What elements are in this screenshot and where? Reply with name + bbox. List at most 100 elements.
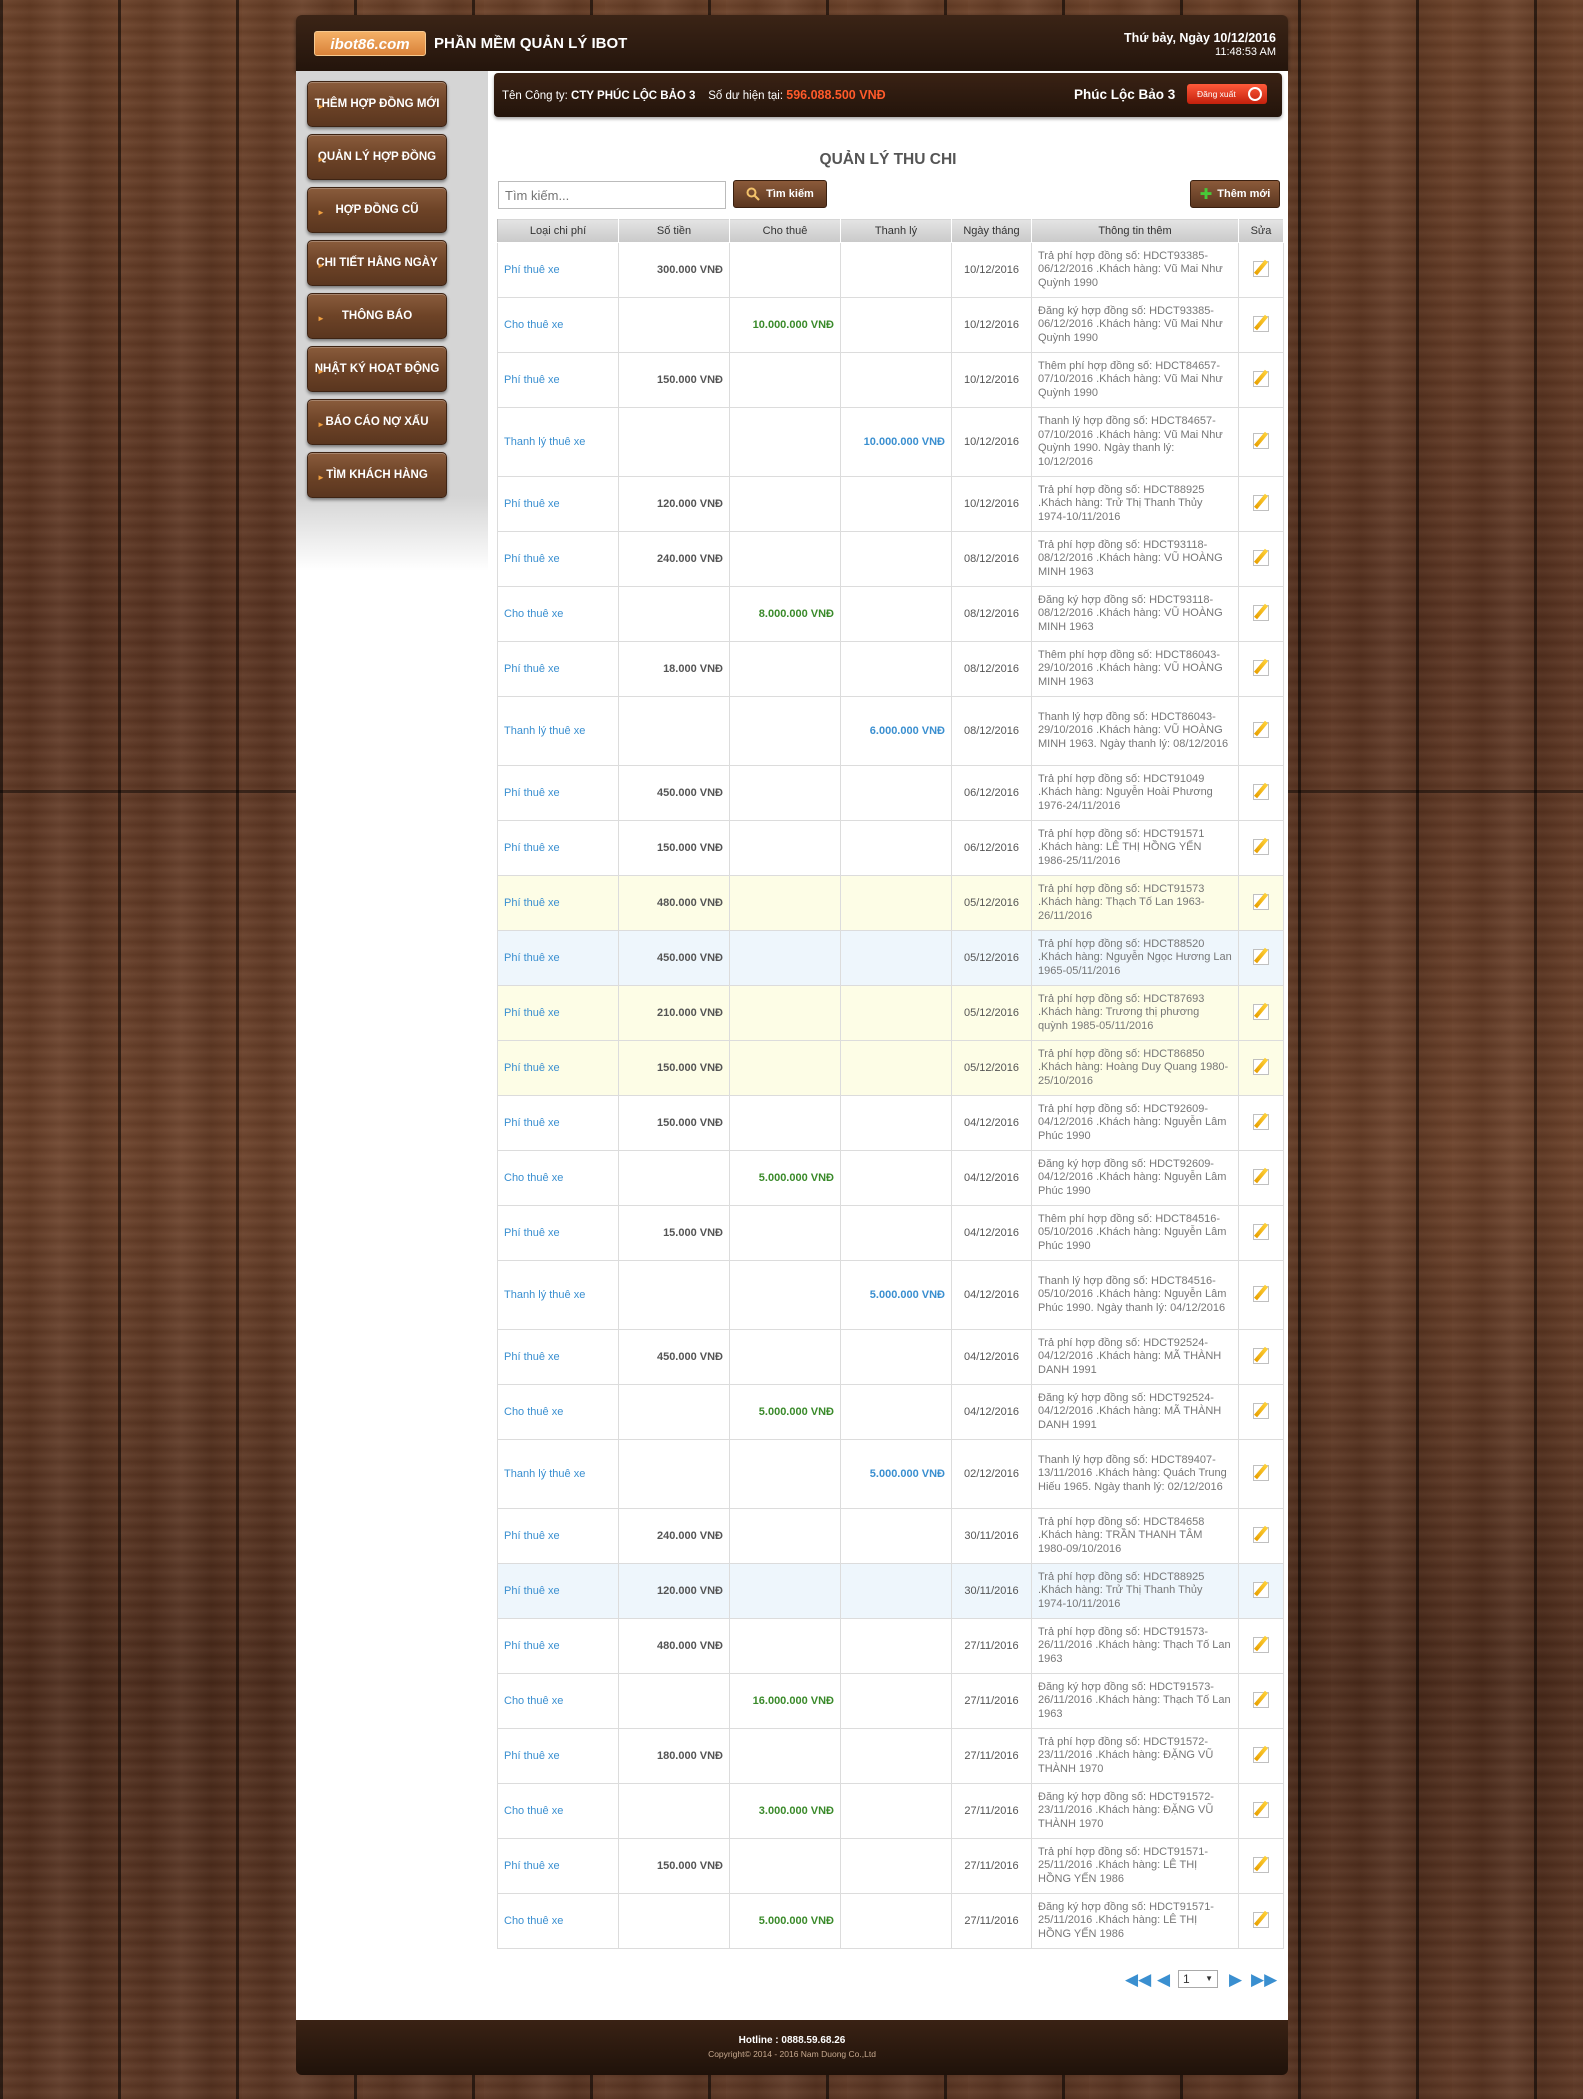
cell-expense-type[interactable]: Thanh lý thuê xe [497, 1260, 619, 1330]
table-row[interactable]: Phí thuê xe 150.000 VNĐ 27/11/2016 Trả phí … [497, 1838, 1284, 1894]
cell-expense-type[interactable]: Phí thuê xe [497, 1205, 619, 1261]
table-row[interactable]: Phí thuê xe 120.000 VNĐ 10/12/2016 Trả phí … [497, 476, 1284, 532]
table-row[interactable]: Phí thuê xe 450.000 VNĐ 04/12/2016 Trả phí … [497, 1329, 1284, 1385]
cell-expense-type[interactable]: Cho thuê xe [497, 297, 619, 353]
table-row[interactable]: Phí thuê xe 150.000 VNĐ 10/12/2016 Thêm phí… [497, 352, 1284, 408]
page-select[interactable]: 1 ▼ [1178, 1970, 1218, 1988]
table-row[interactable]: Thanh lý thuê xe 5.000.000 VNĐ 02/12/2016 T… [497, 1439, 1284, 1509]
edit-pencil-icon[interactable] [1253, 783, 1269, 800]
table-row[interactable]: Cho thuê xe 5.000.000 VNĐ 04/12/2016 Đăng k… [497, 1150, 1284, 1206]
edit-pencil-icon[interactable] [1253, 948, 1269, 965]
edit-pencil-icon[interactable] [1253, 893, 1269, 910]
sidebar-item-daily-details[interactable]: ► CHI TIẾT HẰNG NGÀY [307, 240, 447, 286]
edit-pencil-icon[interactable] [1253, 260, 1269, 277]
cell-expense-type[interactable]: Phí thuê xe [497, 1618, 619, 1674]
cell-expense-type[interactable]: Phí thuê xe [497, 1728, 619, 1784]
cell-expense-type[interactable]: Cho thuê xe [497, 1150, 619, 1206]
edit-pencil-icon[interactable] [1253, 1347, 1269, 1364]
edit-pencil-icon[interactable] [1253, 1581, 1269, 1598]
table-row[interactable]: Thanh lý thuê xe 10.000.000 VNĐ 10/12/2016… [497, 407, 1284, 477]
table-row[interactable]: Phí thuê xe 240.000 VNĐ 30/11/2016 Trả phí … [497, 1508, 1284, 1564]
edit-pencil-icon[interactable] [1253, 1526, 1269, 1543]
sidebar-item-activity-log[interactable]: ► NHẬT KÝ HOẠT ĐỘNG [307, 346, 447, 392]
edit-pencil-icon[interactable] [1253, 1003, 1269, 1020]
edit-pencil-icon[interactable] [1253, 494, 1269, 511]
table-row[interactable]: Cho thuê xe 5.000.000 VNĐ 27/11/2016 Đăng k… [497, 1893, 1284, 1949]
edit-pencil-icon[interactable] [1253, 838, 1269, 855]
table-row[interactable]: Cho thuê xe 3.000.000 VNĐ 27/11/2016 Đăng k… [497, 1783, 1284, 1839]
edit-pencil-icon[interactable] [1253, 604, 1269, 621]
logout-button[interactable]: Đăng xuất [1187, 84, 1267, 104]
edit-pencil-icon[interactable] [1253, 1402, 1269, 1419]
sidebar-item-bad-debt-report[interactable]: ► BÁO CÁO NỢ XẤU [307, 399, 447, 445]
next-page-icon[interactable]: ▶ [1229, 1971, 1242, 1988]
table-row[interactable]: Phí thuê xe 180.000 VNĐ 27/11/2016 Trả phí … [497, 1728, 1284, 1784]
cell-expense-type[interactable]: Phí thuê xe [497, 875, 619, 931]
edit-pencil-icon[interactable] [1253, 1223, 1269, 1240]
edit-pencil-icon[interactable] [1253, 1058, 1269, 1075]
cell-expense-type[interactable]: Phí thuê xe [497, 1329, 619, 1385]
cell-expense-type[interactable]: Phí thuê xe [497, 1040, 619, 1096]
edit-pencil-icon[interactable] [1253, 1911, 1269, 1928]
cell-expense-type[interactable]: Cho thuê xe [497, 586, 619, 642]
cell-expense-type[interactable]: Phí thuê xe [497, 765, 619, 821]
cell-expense-type[interactable]: Thanh lý thuê xe [497, 407, 619, 477]
sidebar-item-notifications[interactable]: ► THÔNG BÁO [307, 293, 447, 339]
cell-expense-type[interactable]: Phí thuê xe [497, 242, 619, 298]
cell-expense-type[interactable]: Phí thuê xe [497, 820, 619, 876]
cell-expense-type[interactable]: Thanh lý thuê xe [497, 696, 619, 766]
prev-page-icon[interactable]: ◀ [1157, 1971, 1170, 1988]
sidebar-item-manage-contracts[interactable]: ► QUẢN LÝ HỢP ĐỒNG [307, 134, 447, 180]
search-input[interactable] [498, 181, 726, 209]
cell-expense-type[interactable]: Phí thuê xe [497, 531, 619, 587]
edit-pencil-icon[interactable] [1253, 1746, 1269, 1763]
column-header[interactable]: Thông tin thêm [1031, 218, 1239, 243]
edit-pencil-icon[interactable] [1253, 432, 1269, 449]
cell-expense-type[interactable]: Phí thuê xe [497, 1838, 619, 1894]
table-row[interactable]: Phí thuê xe 150.000 VNĐ 06/12/2016 Trả phí … [497, 820, 1284, 876]
edit-pencil-icon[interactable] [1253, 1856, 1269, 1873]
table-row[interactable]: Thanh lý thuê xe 5.000.000 VNĐ 04/12/2016 T… [497, 1260, 1284, 1330]
table-row[interactable]: Phí thuê xe 120.000 VNĐ 30/11/2016 Trả phí … [497, 1563, 1284, 1619]
edit-pencil-icon[interactable] [1253, 1464, 1269, 1481]
sidebar-item-add-contract[interactable]: ► THÊM HỢP ĐỒNG MỚI [307, 81, 447, 127]
table-row[interactable]: Phí thuê xe 240.000 VNĐ 08/12/2016 Trả phí … [497, 531, 1284, 587]
edit-pencil-icon[interactable] [1253, 1691, 1269, 1708]
column-header[interactable]: Loại chi phí [497, 218, 619, 243]
table-row[interactable]: Cho thuê xe 16.000.000 VNĐ 27/11/2016 Đăng … [497, 1673, 1284, 1729]
table-row[interactable]: Phí thuê xe 450.000 VNĐ 05/12/2016 Trả phí … [497, 930, 1284, 986]
cell-expense-type[interactable]: Cho thuê xe [497, 1783, 619, 1839]
cell-expense-type[interactable]: Phí thuê xe [497, 476, 619, 532]
table-row[interactable]: Phí thuê xe 150.000 VNĐ 05/12/2016 Trả phí … [497, 1040, 1284, 1096]
cell-expense-type[interactable]: Phí thuê xe [497, 1095, 619, 1151]
table-row[interactable]: Cho thuê xe 10.000.000 VNĐ 10/12/2016 Đăng … [497, 297, 1284, 353]
column-header[interactable]: Cho thuê [729, 218, 841, 243]
table-row[interactable]: Phí thuê xe 15.000 VNĐ 04/12/2016 Thêm phí … [497, 1205, 1284, 1261]
logo[interactable]: ibot86.com [314, 31, 426, 56]
column-header[interactable]: Sửa [1238, 218, 1284, 243]
cell-expense-type[interactable]: Phí thuê xe [497, 641, 619, 697]
edit-pencil-icon[interactable] [1253, 1636, 1269, 1653]
table-row[interactable]: Phí thuê xe 18.000 VNĐ 08/12/2016 Thêm phí … [497, 641, 1284, 697]
cell-expense-type[interactable]: Thanh lý thuê xe [497, 1439, 619, 1509]
edit-pencil-icon[interactable] [1253, 1168, 1269, 1185]
column-header[interactable]: Thanh lý [840, 218, 952, 243]
table-row[interactable]: Phí thuê xe 480.000 VNĐ 05/12/2016 Trả phí … [497, 875, 1284, 931]
edit-pencil-icon[interactable] [1253, 549, 1269, 566]
edit-pencil-icon[interactable] [1253, 659, 1269, 676]
sidebar-item-old-contracts[interactable]: ► HỢP ĐỒNG CŨ [307, 187, 447, 233]
cell-expense-type[interactable]: Cho thuê xe [497, 1673, 619, 1729]
edit-pencil-icon[interactable] [1253, 370, 1269, 387]
cell-expense-type[interactable]: Phí thuê xe [497, 352, 619, 408]
first-page-icon[interactable]: ◀◀ [1125, 1971, 1151, 1988]
table-row[interactable]: Phí thuê xe 450.000 VNĐ 06/12/2016 Trả phí … [497, 765, 1284, 821]
cell-expense-type[interactable]: Phí thuê xe [497, 1508, 619, 1564]
edit-pencil-icon[interactable] [1253, 315, 1269, 332]
add-new-button[interactable]: ✚ Thêm mới [1190, 180, 1280, 208]
edit-pencil-icon[interactable] [1253, 721, 1269, 738]
table-row[interactable]: Phí thuê xe 210.000 VNĐ 05/12/2016 Trả phí … [497, 985, 1284, 1041]
search-button[interactable]: Tìm kiếm [733, 180, 827, 208]
column-header[interactable]: Số tiền [618, 218, 730, 243]
table-row[interactable]: Phí thuê xe 150.000 VNĐ 04/12/2016 Trả phí … [497, 1095, 1284, 1151]
cell-expense-type[interactable]: Cho thuê xe [497, 1384, 619, 1440]
